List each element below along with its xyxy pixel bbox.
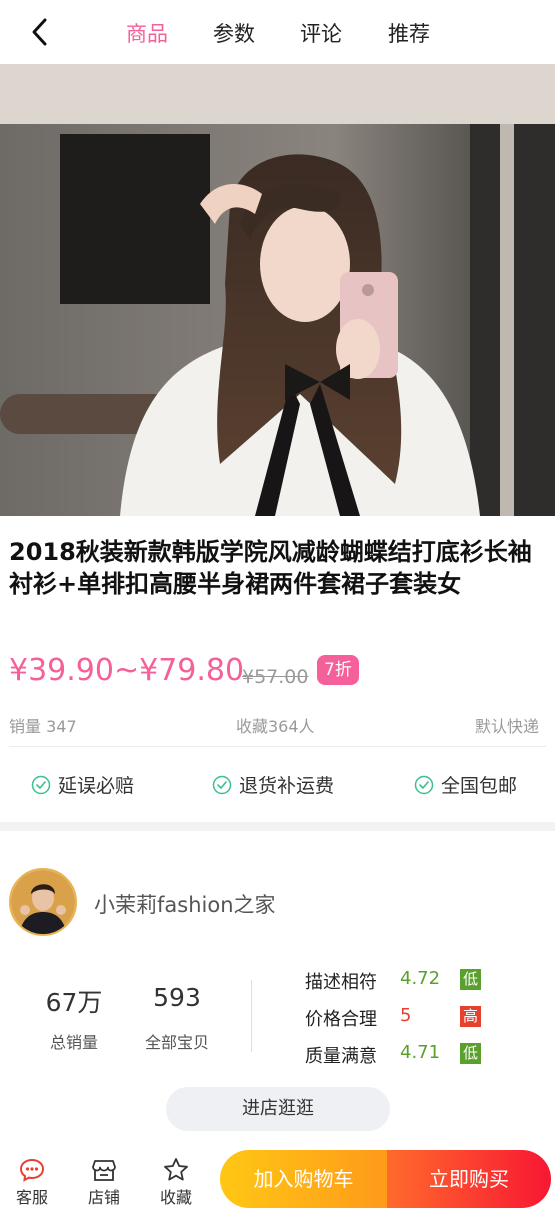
discount-badge: 7折 [317, 655, 359, 685]
guarantee-label: 全国包邮 [441, 775, 518, 797]
rating-price-label: 价格合理 [305, 1009, 377, 1030]
tab-params[interactable]: 参数 [213, 18, 255, 48]
divider [9, 746, 546, 747]
price-range: ¥39.90~¥79.80 [9, 653, 245, 688]
store-button[interactable]: 店铺 [79, 1148, 129, 1208]
check-circle-icon [212, 775, 232, 794]
total-sales-value: 67万 [45, 988, 103, 1017]
rating-quality-score: 4.71 [400, 1042, 441, 1063]
guarantee-label: 退货补运费 [239, 775, 335, 797]
back-button[interactable] [22, 14, 58, 50]
chat-bubble-icon [19, 1158, 45, 1182]
rating-price-level: 高 [460, 1006, 481, 1027]
original-price: ¥57.00 [242, 666, 309, 688]
check-circle-icon [414, 775, 434, 794]
check-circle-icon [31, 775, 51, 794]
stats-divider [251, 980, 252, 1052]
rating-description-score: 4.72 [400, 968, 441, 989]
tab-reviews[interactable]: 评论 [300, 18, 342, 48]
add-to-cart-button[interactable]: 加入购物车 [220, 1150, 387, 1208]
favorite-label: 收藏 [159, 1188, 192, 1207]
guarantee-return-shipping: 退货补运费 [212, 771, 334, 798]
product-title: 2018秋装新款韩版学院风减龄蝴蝶结打底衫长袖衬衫+单排扣高腰半身裙两件套裙子套… [9, 538, 532, 598]
product-photo-illustration [0, 64, 555, 516]
favorite-button[interactable]: 收藏 [151, 1148, 201, 1208]
store-icon [92, 1160, 116, 1181]
rating-description-label: 描述相符 [305, 972, 377, 993]
rating-quality-level: 低 [460, 1043, 481, 1064]
guarantee-free-shipping: 全国包邮 [414, 771, 517, 798]
guarantee-delay-compensation: 延误必赔 [31, 771, 134, 798]
star-icon [164, 1158, 188, 1181]
store-label: 店铺 [87, 1188, 120, 1207]
guarantee-label: 延误必赔 [58, 775, 135, 797]
shipping-method: 默认快递 [475, 717, 540, 736]
chevron-left-icon [32, 18, 47, 46]
favorites-count: 收藏364人 [236, 717, 315, 736]
shop-name[interactable]: 小茉莉fashion之家 [94, 889, 276, 919]
buy-now-button[interactable]: 立即购买 [387, 1150, 551, 1208]
shop-avatar-image [11, 870, 75, 934]
top-nav-bar: 商品 参数 评论 推荐 [0, 0, 555, 64]
total-sales-label: 总销量 [49, 1033, 98, 1052]
shop-avatar[interactable] [9, 868, 77, 936]
sales-count: 销量 347 [9, 717, 77, 736]
customer-service-button[interactable]: 客服 [7, 1148, 57, 1208]
tab-product[interactable]: 商品 [126, 18, 168, 48]
tab-recommend[interactable]: 推荐 [388, 18, 430, 48]
items-count-label: 全部宝贝 [144, 1033, 209, 1052]
customer-service-label: 客服 [15, 1188, 48, 1207]
section-gap [0, 822, 555, 831]
rating-price-score: 5 [400, 1005, 412, 1026]
enter-shop-button[interactable]: 进店逛逛 [166, 1087, 390, 1131]
product-image[interactable] [0, 64, 555, 516]
rating-quality-label: 质量满意 [305, 1046, 377, 1067]
rating-description-level: 低 [460, 969, 481, 990]
items-count-value: 593 [153, 983, 201, 1012]
